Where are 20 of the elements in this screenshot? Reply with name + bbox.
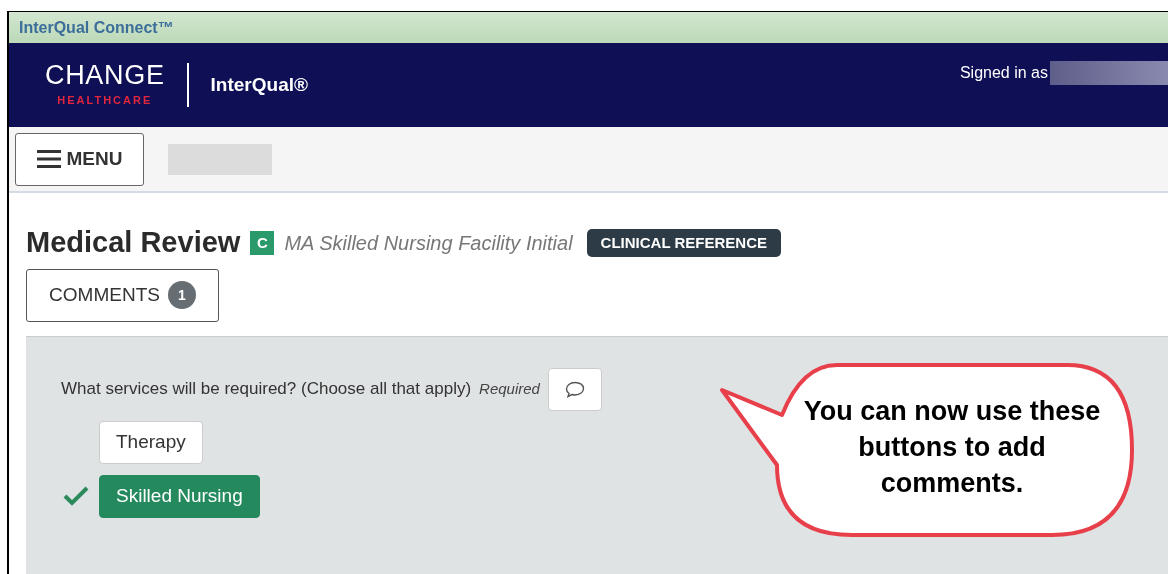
logo-text: CHANGE: [45, 61, 165, 89]
callout-text: You can now use these buttons to add comments.: [802, 395, 1102, 500]
comments-button[interactable]: COMMENTS 1: [26, 268, 219, 322]
criteria-badge: C: [250, 230, 275, 255]
required-label: Required: [479, 378, 540, 399]
page-title: Medical Review: [26, 225, 241, 260]
clinical-reference-tag[interactable]: CLINICAL REFERENCE: [586, 228, 781, 257]
comment-count: 1: [167, 281, 196, 309]
subset-name: MA Skilled Nursing Facility Initial: [284, 230, 573, 256]
speech-bubble-icon: [564, 380, 585, 398]
option-button[interactable]: Therapy: [99, 420, 203, 464]
window-title: InterQual Connect™: [19, 17, 174, 38]
question-text: What services will be required? (Choose all that apply): [61, 378, 472, 401]
menu-icon: [36, 148, 61, 170]
option-button[interactable]: Skilled Nursing: [99, 474, 260, 518]
comment-button[interactable]: [547, 367, 602, 411]
logo-subtext: HEALTHCARE: [57, 92, 153, 108]
menu-button[interactable]: MENU: [15, 132, 144, 186]
product-name: InterQual®: [210, 72, 308, 97]
signed-in-label: Signed in as: [959, 63, 1048, 83]
